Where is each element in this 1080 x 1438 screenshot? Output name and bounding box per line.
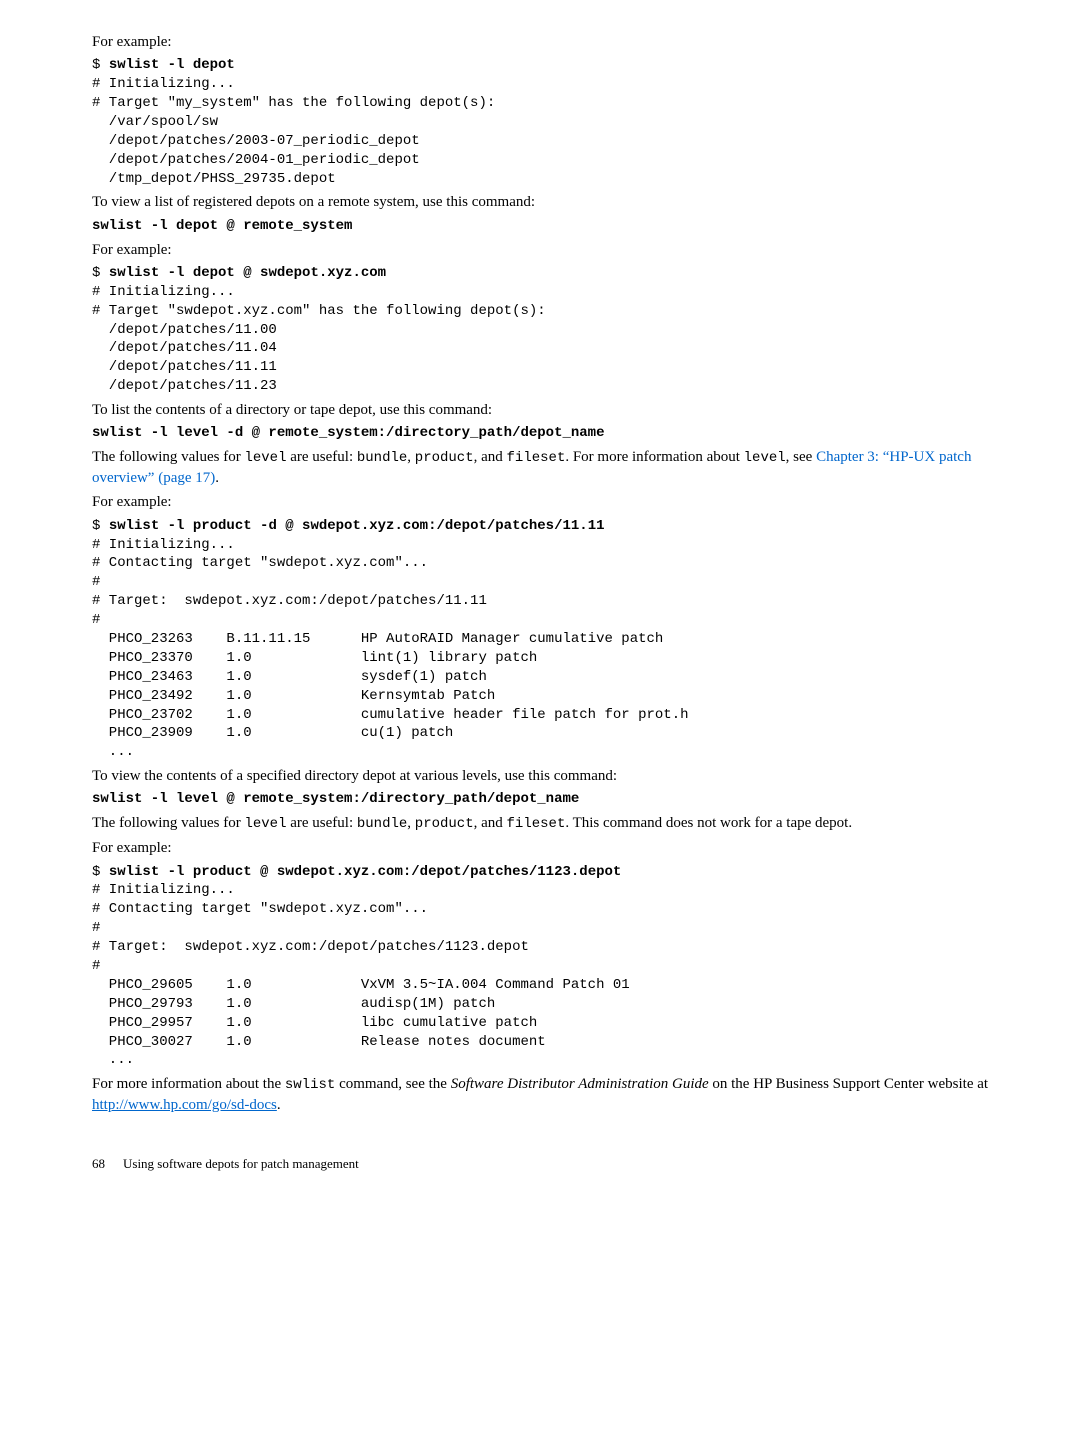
- para-level-values-1: The following values for level are usefu…: [92, 447, 1020, 488]
- txt: , and: [474, 449, 507, 465]
- txt: on the HP Business Support Center websit…: [709, 1076, 988, 1092]
- footer-title: Using software depots for patch manageme…: [123, 1156, 359, 1171]
- code-block-3: $ swlist -l depot @ swdepot.xyz.com # In…: [92, 264, 1020, 396]
- code-level-2: level: [744, 450, 786, 466]
- prompt-1: $: [92, 57, 109, 73]
- prompt-3: $: [92, 265, 109, 281]
- cmd-7: swlist -l product @ swdepot.xyz.com:/dep…: [109, 864, 621, 880]
- para-view-contents: To view the contents of a specified dire…: [92, 766, 1020, 786]
- txt: . For more information about: [565, 449, 743, 465]
- txt: ,: [407, 449, 415, 465]
- doc-title-italic: Software Distributor Administration Guid…: [451, 1076, 709, 1092]
- txt: .: [277, 1097, 281, 1113]
- code-swlist: swlist: [285, 1077, 335, 1093]
- cmd-syntax-4: swlist -l level -d @ remote_system:/dire…: [92, 424, 1020, 443]
- txt: . This command does not work for a tape …: [565, 815, 852, 831]
- para-remote-list: To view a list of registered depots on a…: [92, 192, 1020, 212]
- para-example-1: For example:: [92, 32, 1020, 52]
- cmd-syntax-6: swlist -l level @ remote_system:/directo…: [92, 790, 1020, 809]
- page-footer: 68 Using software depots for patch manage…: [92, 1155, 1020, 1173]
- txt: ,: [407, 815, 415, 831]
- code-level: level: [244, 450, 286, 466]
- txt: are useful:: [286, 449, 356, 465]
- code-block-7: $ swlist -l product @ swdepot.xyz.com:/d…: [92, 863, 1020, 1071]
- link-hp-sd-docs[interactable]: http://www.hp.com/go/sd-docs: [92, 1097, 277, 1113]
- code-block-5: $ swlist -l product -d @ swdepot.xyz.com…: [92, 517, 1020, 763]
- code-level-3: level: [244, 816, 286, 832]
- code-product: product: [415, 450, 474, 466]
- txt: , see: [786, 449, 816, 465]
- para-example-3: For example:: [92, 492, 1020, 512]
- output-7: # Initializing... # Contacting target "s…: [92, 882, 630, 1068]
- txt: For more information about the: [92, 1076, 285, 1092]
- txt: The following values for: [92, 815, 244, 831]
- output-5: # Initializing... # Contacting target "s…: [92, 537, 689, 761]
- cmd-5: swlist -l product -d @ swdepot.xyz.com:/…: [109, 518, 605, 534]
- txt: .: [215, 470, 219, 486]
- page-number: 68: [92, 1155, 105, 1173]
- prompt-5: $: [92, 518, 109, 534]
- para-example-2: For example:: [92, 240, 1020, 260]
- code-product-2: product: [415, 816, 474, 832]
- txt: The following values for: [92, 449, 244, 465]
- output-3: # Initializing... # Target "swdepot.xyz.…: [92, 284, 546, 394]
- cmd-3: swlist -l depot @ swdepot.xyz.com: [109, 265, 386, 281]
- para-level-values-2: The following values for level are usefu…: [92, 813, 1020, 834]
- code-fileset-2: fileset: [507, 816, 566, 832]
- para-more-info: For more information about the swlist co…: [92, 1074, 1020, 1115]
- code-bundle-2: bundle: [357, 816, 407, 832]
- prompt-7: $: [92, 864, 109, 880]
- code-bundle: bundle: [357, 450, 407, 466]
- cmd-1: swlist -l depot: [109, 57, 235, 73]
- code-block-1: $ swlist -l depot # Initializing... # Ta…: [92, 56, 1020, 188]
- para-list-contents: To list the contents of a directory or t…: [92, 400, 1020, 420]
- cmd-syntax-2: swlist -l depot @ remote_system: [92, 217, 1020, 236]
- code-fileset: fileset: [507, 450, 566, 466]
- txt: command, see the: [335, 1076, 450, 1092]
- txt: are useful:: [286, 815, 356, 831]
- para-example-4: For example:: [92, 838, 1020, 858]
- txt: , and: [474, 815, 507, 831]
- output-1: # Initializing... # Target "my_system" h…: [92, 76, 495, 186]
